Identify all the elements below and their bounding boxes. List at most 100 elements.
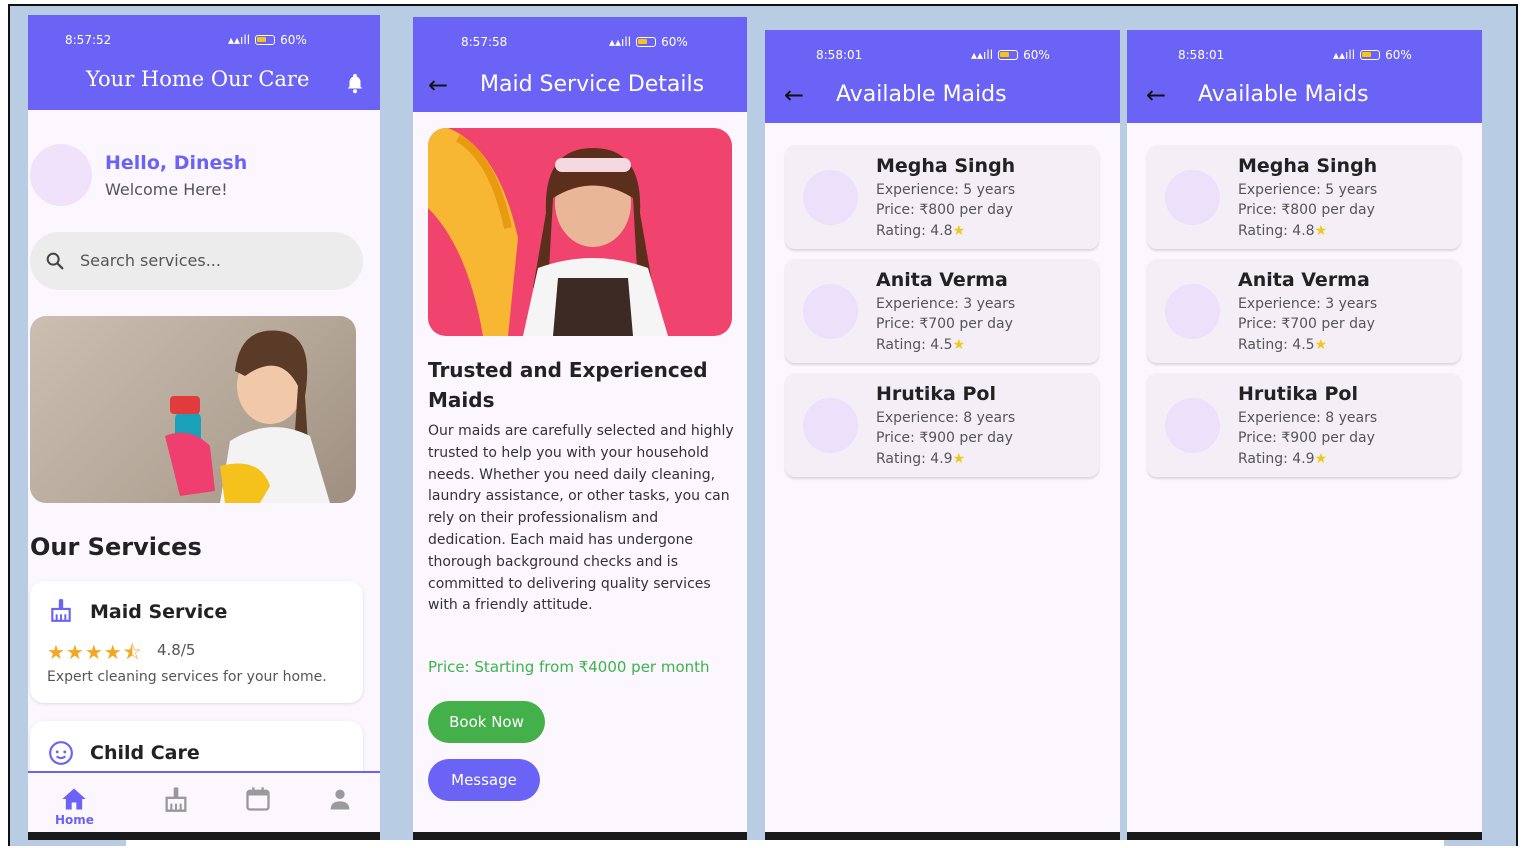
maid-card[interactable]: Hrutika Pol Experience: 8 years Price: ₹…: [785, 373, 1099, 477]
status-icons: ▴▴ıll 60%: [228, 33, 307, 47]
page-title: Maid Service Details: [480, 72, 705, 97]
search-input[interactable]: Search services...: [30, 232, 363, 290]
status-bar: 8:57:58 ▴▴ıll 60%: [413, 17, 747, 57]
bottom-navigation: Home: [28, 771, 380, 840]
service-description: Expert cleaning services for your home.: [47, 669, 327, 685]
rating-stars: ★★★★⯪: [47, 640, 143, 664]
status-time: 8:57:58: [461, 35, 508, 49]
status-time: 8:58:01: [816, 48, 863, 62]
status-time: 8:58:01: [1178, 48, 1225, 62]
battery-icon: [636, 37, 657, 47]
maid-card[interactable]: Megha Singh Experience: 5 years Price: ₹…: [1147, 145, 1461, 249]
app-title: Your Home Our Care: [86, 67, 310, 91]
broom-icon[interactable]: [162, 785, 190, 813]
greeting: Hello, Dinesh: [105, 152, 248, 174]
app-bar: 8:57:58 ▴▴ıll 60% ← Maid Service Details: [413, 17, 747, 112]
system-nav-bar: [765, 832, 1120, 840]
battery-icon: [998, 50, 1019, 60]
status-bar: 8:58:01 ▴▴ıll 60%: [765, 30, 1120, 70]
page-title: Available Maids: [836, 82, 1007, 107]
avatar[interactable]: [30, 144, 92, 206]
system-nav-bar: [28, 832, 380, 840]
maid-name: Hrutika Pol: [1238, 383, 1358, 405]
maid-card[interactable]: Megha Singh Experience: 5 years Price: ₹…: [785, 145, 1099, 249]
maid-name: Megha Singh: [1238, 155, 1378, 177]
back-arrow-icon[interactable]: ←: [428, 73, 448, 97]
avatar: [1165, 170, 1220, 225]
service-name: Child Care: [90, 742, 200, 764]
bell-icon[interactable]: [344, 71, 366, 95]
maid-card[interactable]: Anita Verma Experience: 3 years Price: ₹…: [785, 259, 1099, 363]
details-screen: 8:57:58 ▴▴ıll 60% ← Maid Service Details…: [413, 17, 747, 840]
back-arrow-icon[interactable]: ←: [1146, 83, 1166, 107]
hero-image: [30, 316, 356, 503]
maid-name: Anita Verma: [876, 269, 1008, 291]
maid-name: Anita Verma: [1238, 269, 1370, 291]
battery-level: 60%: [1385, 48, 1412, 62]
available-maids-screen: 8:58:01 ▴▴ıll 60% ← Available Maids Megh…: [1127, 30, 1482, 840]
home-icon[interactable]: [60, 785, 88, 813]
bottom-strip: [126, 840, 1444, 848]
status-bar: 8:58:01 ▴▴ıll 60%: [1127, 30, 1482, 70]
status-icons: ▴▴ıll 60%: [1333, 48, 1412, 62]
maid-rating: Rating: 4.5★: [1238, 337, 1328, 353]
star-icon: ★: [1314, 223, 1328, 239]
app-bar: 8:58:01 ▴▴ıll 60% ← Available Maids: [1127, 30, 1482, 123]
status-time: 8:57:52: [65, 33, 112, 47]
maid-rating: Rating: 4.8★: [876, 223, 966, 239]
maid-rating: Rating: 4.5★: [876, 337, 966, 353]
maid-card[interactable]: Hrutika Pol Experience: 8 years Price: ₹…: [1147, 373, 1461, 477]
star-icon: ★: [1314, 451, 1328, 467]
maid-price: Price: ₹900 per day: [876, 430, 1013, 446]
maid-rating: Rating: 4.8★: [1238, 223, 1328, 239]
maid-experience: Experience: 8 years: [876, 410, 1016, 426]
star-icon: ★: [1314, 337, 1328, 353]
price-text: Price: Starting from ₹4000 per month: [428, 658, 710, 676]
maid-card[interactable]: Anita Verma Experience: 3 years Price: ₹…: [1147, 259, 1461, 363]
section-title: Our Services: [30, 533, 202, 561]
page-title: Available Maids: [1198, 82, 1369, 107]
battery-level: 60%: [661, 35, 688, 49]
system-nav-bar: [1127, 832, 1482, 840]
maid-experience: Experience: 5 years: [876, 182, 1016, 198]
rating-value: 4.8/5: [157, 641, 196, 659]
maid-name: Megha Singh: [876, 155, 1016, 177]
maid-experience: Experience: 3 years: [1238, 296, 1378, 312]
avatar: [803, 284, 858, 339]
message-button[interactable]: Message: [428, 759, 540, 801]
status-icons: ▴▴ıll 60%: [971, 48, 1050, 62]
battery-level: 60%: [280, 33, 307, 47]
maid-price: Price: ₹800 per day: [1238, 202, 1375, 218]
maid-price: Price: ₹700 per day: [1238, 316, 1375, 332]
person-icon[interactable]: [326, 785, 354, 813]
service-card-maid[interactable]: Maid Service ★★★★⯪ 4.8/5 Expert cleaning…: [30, 581, 363, 703]
maid-price: Price: ₹800 per day: [876, 202, 1013, 218]
battery-level: 60%: [1023, 48, 1050, 62]
signal-icon: ▴▴ıll: [228, 33, 251, 47]
maid-price: Price: ₹900 per day: [1238, 430, 1375, 446]
maid-experience: Experience: 3 years: [876, 296, 1016, 312]
app-bar: 8:57:52 ▴▴ıll 60% Your Home Our Care: [28, 15, 380, 110]
home-screen: 8:57:52 ▴▴ıll 60% Your Home Our Care Hel…: [28, 15, 380, 840]
maid-rating: Rating: 4.9★: [876, 451, 966, 467]
calendar-icon[interactable]: [244, 785, 272, 813]
search-icon: [46, 252, 64, 270]
back-arrow-icon[interactable]: ←: [784, 83, 804, 107]
avatar: [803, 170, 858, 225]
avatar: [1165, 398, 1220, 453]
baby-face-icon: [49, 741, 73, 765]
service-name: Maid Service: [90, 601, 228, 623]
section-heading: Trusted and Experienced Maids: [428, 358, 708, 412]
available-maids-screen: 8:58:01 ▴▴ıll 60% ← Available Maids Megh…: [765, 30, 1120, 840]
maid-experience: Experience: 5 years: [1238, 182, 1378, 198]
maid-price: Price: ₹700 per day: [876, 316, 1013, 332]
nav-home-label[interactable]: Home: [55, 813, 94, 827]
avatar: [803, 398, 858, 453]
book-now-button[interactable]: Book Now: [428, 701, 545, 743]
maid-rating: Rating: 4.9★: [1238, 451, 1328, 467]
broom-icon: [51, 599, 71, 622]
hero-image: [428, 128, 732, 336]
status-bar: 8:57:52 ▴▴ıll 60%: [28, 15, 380, 55]
signal-icon: ▴▴ıll: [609, 35, 632, 49]
app-bar: 8:58:01 ▴▴ıll 60% ← Available Maids: [765, 30, 1120, 123]
